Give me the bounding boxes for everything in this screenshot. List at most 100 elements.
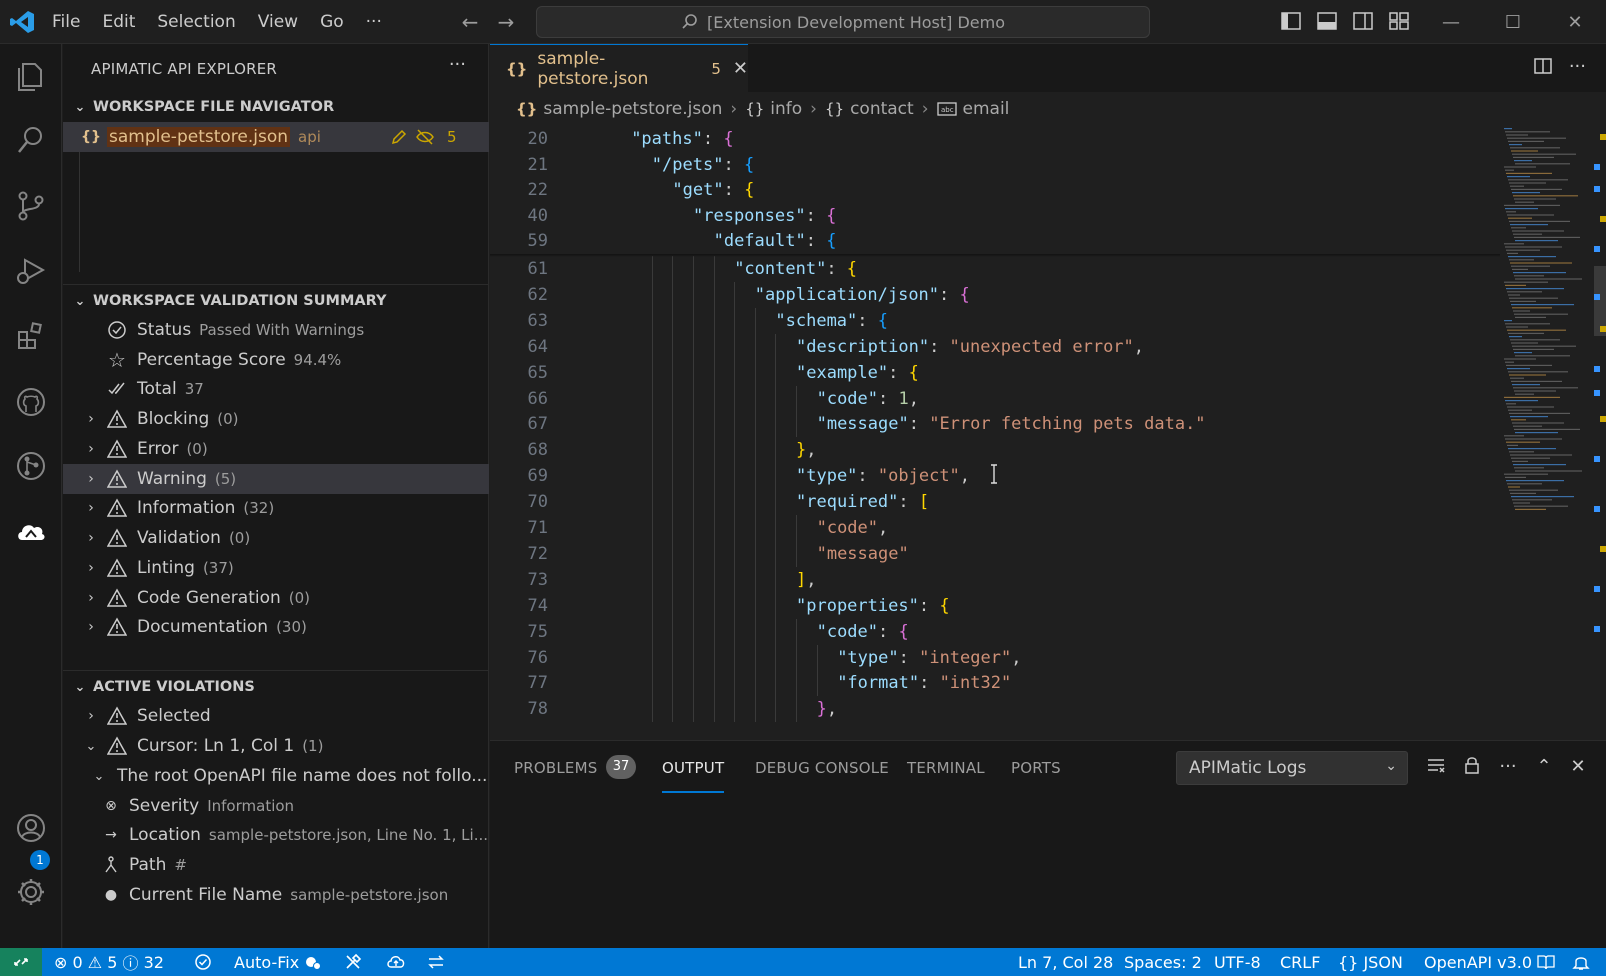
code-line[interactable]: 76 "type": "integer", [490,644,1490,671]
violation-path[interactable]: Path # [63,850,489,880]
code-line[interactable]: 75 "code": { [490,618,1490,645]
category-validation[interactable]: › Validation (0) [63,523,489,553]
command-center[interactable]: [Extension Development Host] Demo [536,6,1150,38]
code-line[interactable]: 78}, [490,696,1490,723]
code-line[interactable]: 59 "default": { [490,228,1490,254]
back-arrow-icon[interactable]: ← [458,10,482,34]
code-line[interactable]: 74 "properties": { [490,592,1490,619]
tab-output[interactable]: OUTPUT [662,759,724,777]
violations-cursor[interactable]: ⌄ Cursor: Ln 1, Col 1 (1) [63,731,489,761]
panel-more-icon[interactable]: ··· [1496,755,1520,779]
code-line[interactable]: 64 "description": "unexpected error", [490,333,1490,360]
maximize-icon[interactable]: ☐ [1482,0,1544,44]
menu-view[interactable]: View [258,12,298,32]
menu-edit[interactable]: Edit [102,12,135,32]
accounts-icon[interactable] [13,810,49,846]
menu-file[interactable]: File [52,12,80,32]
notifications-bell-icon[interactable] [1572,948,1590,976]
close-window-icon[interactable]: ✕ [1544,0,1606,44]
menu-more[interactable]: ··· [366,12,382,32]
tab-debug-console[interactable]: DEBUG CONSOLE [755,759,889,777]
extensions-icon[interactable] [13,318,49,354]
code-line[interactable]: 66 "code": 1, [490,385,1490,412]
git-graph-icon[interactable] [13,448,49,484]
code-line[interactable]: 67 "message": "Error fetching pets data." [490,411,1490,438]
category-documentation[interactable]: › Documentation (30) [63,612,489,642]
category-code-generation[interactable]: › Code Generation (0) [63,583,489,613]
violation-rule[interactable]: ⌄ The root OpenAPI file name does not fo… [63,761,489,791]
breadcrumb-contact[interactable]: contact [850,99,914,119]
code-line[interactable]: 73], [490,566,1490,593]
menu-selection[interactable]: Selection [157,12,235,32]
close-tab-icon[interactable]: ✕ [733,58,748,79]
category-warning[interactable]: › Warning (5) [63,464,489,494]
code-line[interactable]: 71 "code", [490,515,1490,541]
minimize-icon[interactable]: — [1420,0,1482,44]
apimatic-cloud-icon[interactable] [13,514,49,550]
openapi-version[interactable]: OpenAPI v3.0 [1424,948,1555,976]
cloud-upload-icon[interactable] [386,948,406,976]
summary-status[interactable]: Status Passed With Warnings [63,315,489,345]
toggle-primary-sidebar-icon[interactable] [1280,10,1304,34]
editor-more-icon[interactable]: ··· [1569,56,1586,81]
language-mode[interactable]: {} JSON [1338,948,1403,976]
section-header-validation-summary[interactable]: ⌄ WORKSPACE VALIDATION SUMMARY [63,286,489,316]
section-header-file-navigator[interactable]: ⌄ WORKSPACE FILE NAVIGATOR [63,92,489,122]
code-line[interactable]: 70 "required": [ [490,489,1490,516]
check-circle-icon[interactable] [194,948,212,976]
line-ending[interactable]: CRLF [1280,948,1320,976]
code-editor[interactable]: 20 "paths": {21 "/pets": {22 "get": {40 "res… [490,126,1606,740]
menu-go[interactable]: Go [320,12,344,32]
summary-score[interactable]: ☆ Percentage Score 94.4% [63,345,489,375]
editor-scrollbar[interactable] [1594,126,1606,740]
summary-total[interactable]: Total 37 [63,374,489,404]
toggle-secondary-sidebar-icon[interactable] [1352,10,1376,34]
code-line[interactable]: 20 "paths": { [490,126,1490,152]
encoding[interactable]: UTF-8 [1214,948,1261,976]
output-channel-select[interactable]: APIMatic Logs ⌄ [1176,751,1408,785]
violations-selected[interactable]: › Selected [63,701,489,731]
tab-ports[interactable]: PORTS [1011,759,1061,777]
search-view-icon[interactable] [13,122,49,158]
violation-severity[interactable]: ⊗ Severity Information [63,791,489,821]
problems-summary[interactable]: ⊗ 0 ⚠ 5 ⓘ 32 [54,948,164,976]
category-linting[interactable]: › Linting (37) [63,553,489,583]
breadcrumb-info[interactable]: info [770,99,802,119]
tab-terminal[interactable]: TERMINAL [907,759,985,777]
eye-closed-icon[interactable] [415,127,435,147]
code-line[interactable]: 22 "get": { [490,177,1490,203]
code-line[interactable]: 65 "example": { [490,359,1490,386]
forward-arrow-icon[interactable]: → [494,10,518,34]
code-line[interactable]: 77 "format": "int32" [490,670,1490,697]
lock-icon[interactable] [1460,755,1484,779]
split-editor-icon[interactable] [1533,56,1553,81]
code-line[interactable]: 63 "schema": { [490,307,1490,334]
category-information[interactable]: › Information (32) [63,493,489,523]
edit-pencil-icon[interactable] [389,127,409,147]
code-line[interactable]: 40 "responses": { [490,203,1490,229]
minimap[interactable] [1500,126,1596,526]
run-debug-icon[interactable] [13,252,49,288]
tools-icon[interactable] [344,948,362,976]
more-actions-icon[interactable]: ··· [449,54,466,75]
breadcrumb-email[interactable]: email [963,99,1010,119]
section-header-active-violations[interactable]: ⌄ ACTIVE VIOLATIONS [63,672,489,702]
code-line[interactable]: 61 "content": { [490,256,1490,282]
maximize-panel-icon[interactable]: ⌃ [1532,755,1556,779]
category-error[interactable]: › Error (0) [63,434,489,464]
violation-location[interactable]: → Location sample-petstore.json, Line No.… [63,820,489,850]
tab-problems[interactable]: PROBLEMS [514,759,597,777]
code-line[interactable]: 62 "application/json": { [490,281,1490,308]
autofix-button[interactable]: Auto-Fix [234,948,322,976]
code-line[interactable]: 68}, [490,437,1490,464]
breadcrumb-file[interactable]: sample-petstore.json [543,99,722,119]
settings-gear-icon[interactable] [13,874,49,910]
source-control-icon[interactable] [13,188,49,224]
github-icon[interactable] [13,384,49,420]
clear-output-icon[interactable] [1424,755,1448,779]
explorer-icon[interactable] [13,58,49,94]
category-blocking[interactable]: › Blocking (0) [63,404,489,434]
sync-arrows-icon[interactable] [426,948,446,976]
tab-sample-petstore[interactable]: {} sample-petstore.json 5 ✕ [490,44,748,92]
file-item-sample-petstore[interactable]: {} sample-petstore.json api 5 [63,122,489,152]
